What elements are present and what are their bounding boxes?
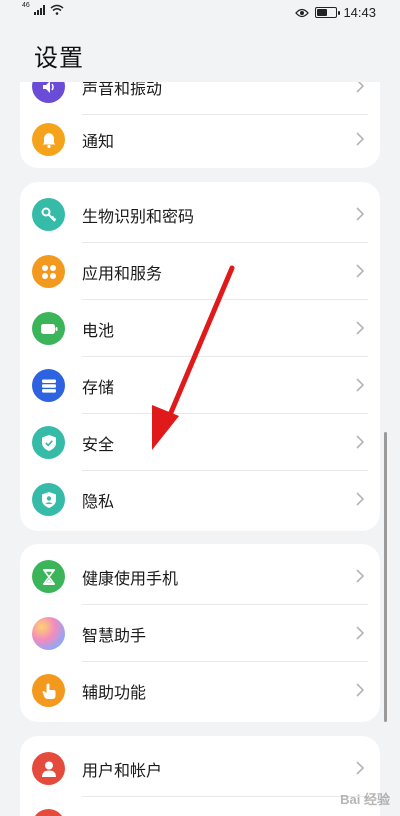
- chevron-right-icon: [356, 492, 365, 506]
- settings-group-4: 用户和帐户: [20, 736, 380, 816]
- settings-list[interactable]: 声音和振动 通知 生物识别和密码 应用和服务 电池 存储 安全 隐私 健康使用手…: [0, 82, 400, 816]
- settings-group-3: 健康使用手机 智慧助手 辅助功能: [20, 544, 380, 722]
- watermark-logo: Bai 经验: [340, 792, 390, 807]
- chevron-right-icon: [356, 264, 365, 278]
- settings-item-privacy[interactable]: 隐私: [20, 471, 380, 528]
- chevron-right-icon: [356, 82, 365, 93]
- chevron-right-icon: [356, 321, 365, 335]
- bell-icon: [32, 123, 65, 156]
- settings-item-label: 隐私: [82, 492, 115, 511]
- hourglass-icon: [32, 560, 65, 593]
- speaker-icon: [32, 82, 65, 103]
- battery-indicator-icon: [315, 7, 341, 18]
- chevron-right-icon: [356, 132, 365, 146]
- chevron-right-icon: [356, 626, 365, 640]
- settings-item-label: 声音和振动: [82, 82, 163, 98]
- chevron-right-icon: [356, 761, 365, 775]
- network-type-label: 46: [22, 2, 30, 9]
- user-icon: [32, 752, 65, 785]
- settings-item-label: 健康使用手机: [82, 569, 179, 588]
- partial-item-icon: [32, 809, 65, 816]
- settings-group-2: 生物识别和密码 应用和服务 电池 存储 安全 隐私: [20, 182, 380, 531]
- settings-group-1: 声音和振动 通知: [20, 82, 380, 168]
- settings-item-accessibility[interactable]: 辅助功能: [20, 662, 380, 719]
- settings-item-biometrics-password[interactable]: 生物识别和密码: [20, 186, 380, 243]
- settings-item-smart-assistant[interactable]: 智慧助手: [20, 605, 380, 662]
- settings-item-next-partial[interactable]: [20, 797, 380, 816]
- settings-item-security[interactable]: 安全: [20, 414, 380, 471]
- key-icon: [32, 198, 65, 231]
- settings-item-label: 电池: [82, 321, 115, 340]
- settings-item-storage[interactable]: 存储: [20, 357, 380, 414]
- scrollbar[interactable]: [384, 432, 387, 722]
- shield-icon: [32, 426, 65, 459]
- storage-icon: [32, 369, 65, 402]
- assistant-icon: [32, 617, 65, 650]
- cellular-signal-icon: [33, 4, 45, 15]
- eye-comfort-icon: [295, 8, 310, 17]
- chevron-right-icon: [356, 569, 365, 583]
- settings-item-label: 通知: [82, 132, 115, 151]
- chevron-right-icon: [356, 435, 365, 449]
- settings-item-apps-services[interactable]: 应用和服务: [20, 243, 380, 300]
- status-bar: 46 14:43: [0, 0, 400, 26]
- settings-item-digital-balance[interactable]: 健康使用手机: [20, 548, 380, 605]
- settings-item-label: 应用和服务: [82, 264, 163, 283]
- battery-icon: [32, 312, 65, 345]
- settings-item-label: 安全: [82, 435, 115, 454]
- settings-item-label: 辅助功能: [82, 683, 147, 702]
- chevron-right-icon: [356, 683, 365, 697]
- wifi-icon: [50, 4, 64, 15]
- status-right: 14:43: [295, 5, 376, 20]
- settings-item-notifications[interactable]: 通知: [20, 111, 380, 168]
- chevron-right-icon: [356, 207, 365, 221]
- settings-item-label: 生物识别和密码: [82, 207, 195, 226]
- settings-item-battery[interactable]: 电池: [20, 300, 380, 357]
- page-title: 设置: [34, 44, 84, 72]
- settings-item-label: 智慧助手: [82, 626, 147, 645]
- status-left: 46: [22, 2, 64, 15]
- apps-grid-icon: [32, 255, 65, 288]
- privacy-icon: [32, 483, 65, 516]
- chevron-right-icon: [356, 378, 365, 392]
- status-time: 14:43: [343, 5, 376, 20]
- settings-item-users-accounts[interactable]: 用户和帐户: [20, 740, 380, 797]
- hand-icon: [32, 674, 65, 707]
- settings-item-label: 用户和帐户: [82, 761, 163, 780]
- settings-item-label: 存储: [82, 378, 115, 397]
